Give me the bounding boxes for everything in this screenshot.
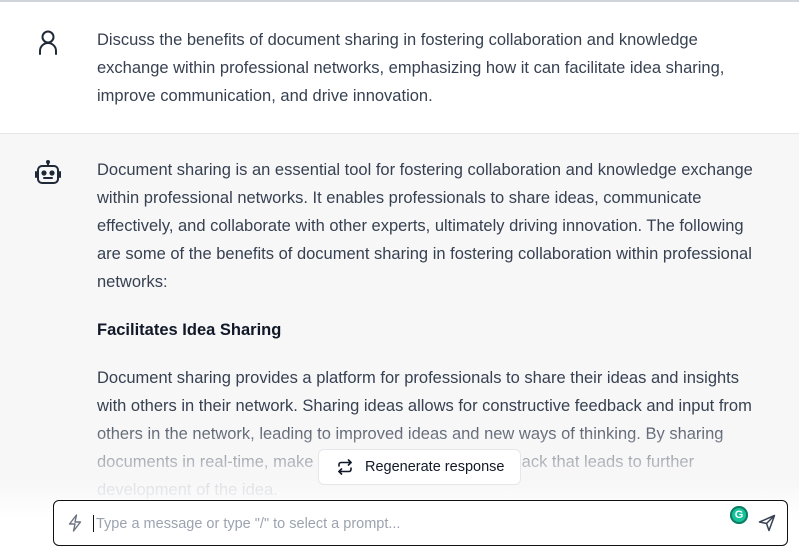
robot-icon [35,160,61,186]
user-message-paragraph: Discuss the benefits of document sharing… [97,31,725,105]
user-message-text: Discuss the benefits of document sharing… [97,26,757,130]
refresh-icon [337,459,353,475]
assistant-section-heading: Facilitates Idea Sharing [97,321,282,339]
regenerate-response-button[interactable]: Regenerate response [318,449,521,485]
regenerate-response-label: Regenerate response [365,459,505,475]
user-icon [35,29,61,55]
assistant-message: Document sharing is an essential tool fo… [0,134,799,557]
lightning-icon[interactable] [67,514,83,532]
message-composer[interactable]: G [53,500,788,546]
send-icon[interactable] [758,514,776,532]
assistant-intro-paragraph: Document sharing is an essential tool fo… [97,161,753,291]
user-message: Discuss the benefits of document sharing… [0,2,799,134]
grammarly-icon[interactable]: G [730,506,748,524]
message-input[interactable] [94,509,698,539]
